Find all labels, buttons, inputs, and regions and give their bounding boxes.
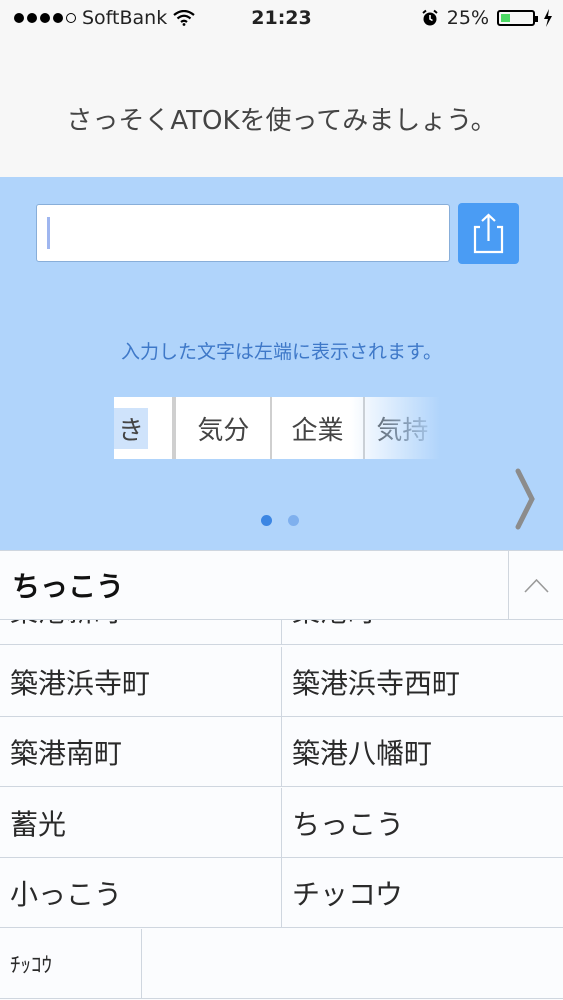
- chevron-up-icon: [524, 578, 549, 593]
- reading-text: ちっこう: [12, 570, 125, 603]
- text-cursor: [47, 217, 50, 249]
- conversion-candidate[interactable]: 築港新町: [0, 620, 282, 644]
- conversion-candidate[interactable]: 蓄光: [0, 788, 282, 857]
- text-input-field[interactable]: [36, 204, 450, 262]
- input-demo-panel: 入力した文字は左端に表示されます。 き 気分 企業 気持: [0, 177, 563, 550]
- next-arrow-icon[interactable]: [510, 467, 540, 531]
- page-indicator: [261, 515, 299, 526]
- candidate-strip: き 気分 企業 気持: [114, 397, 440, 459]
- candidate-item[interactable]: 気分: [174, 397, 273, 459]
- list-row: 築港新町 築港町: [0, 620, 563, 645]
- conversion-candidate[interactable]: 築港南町: [0, 717, 282, 786]
- conversion-candidate[interactable]: チッコウ: [282, 858, 563, 927]
- conversion-candidate[interactable]: 小っこう: [0, 858, 282, 927]
- page-dot: [288, 515, 299, 526]
- share-button[interactable]: [458, 203, 519, 264]
- list-row: 小っこう チッコウ: [0, 858, 563, 928]
- conversion-list: 築港新町 築港町 築港浜寺町 築港浜寺西町 築港南町 築港八幡町 蓄光 ちっこう…: [0, 620, 563, 1000]
- page-title: さっそくATOKを使ってみましょう。: [66, 106, 497, 136]
- candidate-item[interactable]: き: [114, 397, 175, 459]
- list-row: 築港南町 築港八幡町: [0, 717, 563, 787]
- conversion-candidate[interactable]: ちっこう: [282, 788, 563, 857]
- charging-icon: [544, 9, 552, 27]
- hint-text: 入力した文字は左端に表示されます。: [120, 341, 443, 363]
- page-dot-active: [261, 515, 272, 526]
- conversion-candidate[interactable]: 築港町: [282, 620, 563, 644]
- list-row: ﾁｯｺｳ: [0, 929, 563, 999]
- conversion-candidate[interactable]: 築港浜寺町: [0, 647, 282, 716]
- alarm-icon: [422, 9, 438, 26]
- conversion-candidate[interactable]: 築港浜寺西町: [282, 647, 563, 716]
- conversion-candidate[interactable]: ﾁｯｺｳ: [0, 929, 142, 998]
- reading-bar: ちっこう: [0, 550, 563, 620]
- fade-overlay: [350, 397, 440, 459]
- status-bar: SoftBank 21:23 25%: [0, 0, 563, 38]
- battery-icon: [497, 10, 538, 26]
- list-row: 蓄光 ちっこう: [0, 788, 563, 858]
- collapse-button[interactable]: [508, 551, 563, 619]
- conversion-candidate[interactable]: 築港八幡町: [282, 717, 563, 786]
- list-row: 築港浜寺町 築港浜寺西町: [0, 647, 563, 717]
- share-icon: [473, 213, 504, 254]
- battery-percent: 25%: [446, 7, 489, 29]
